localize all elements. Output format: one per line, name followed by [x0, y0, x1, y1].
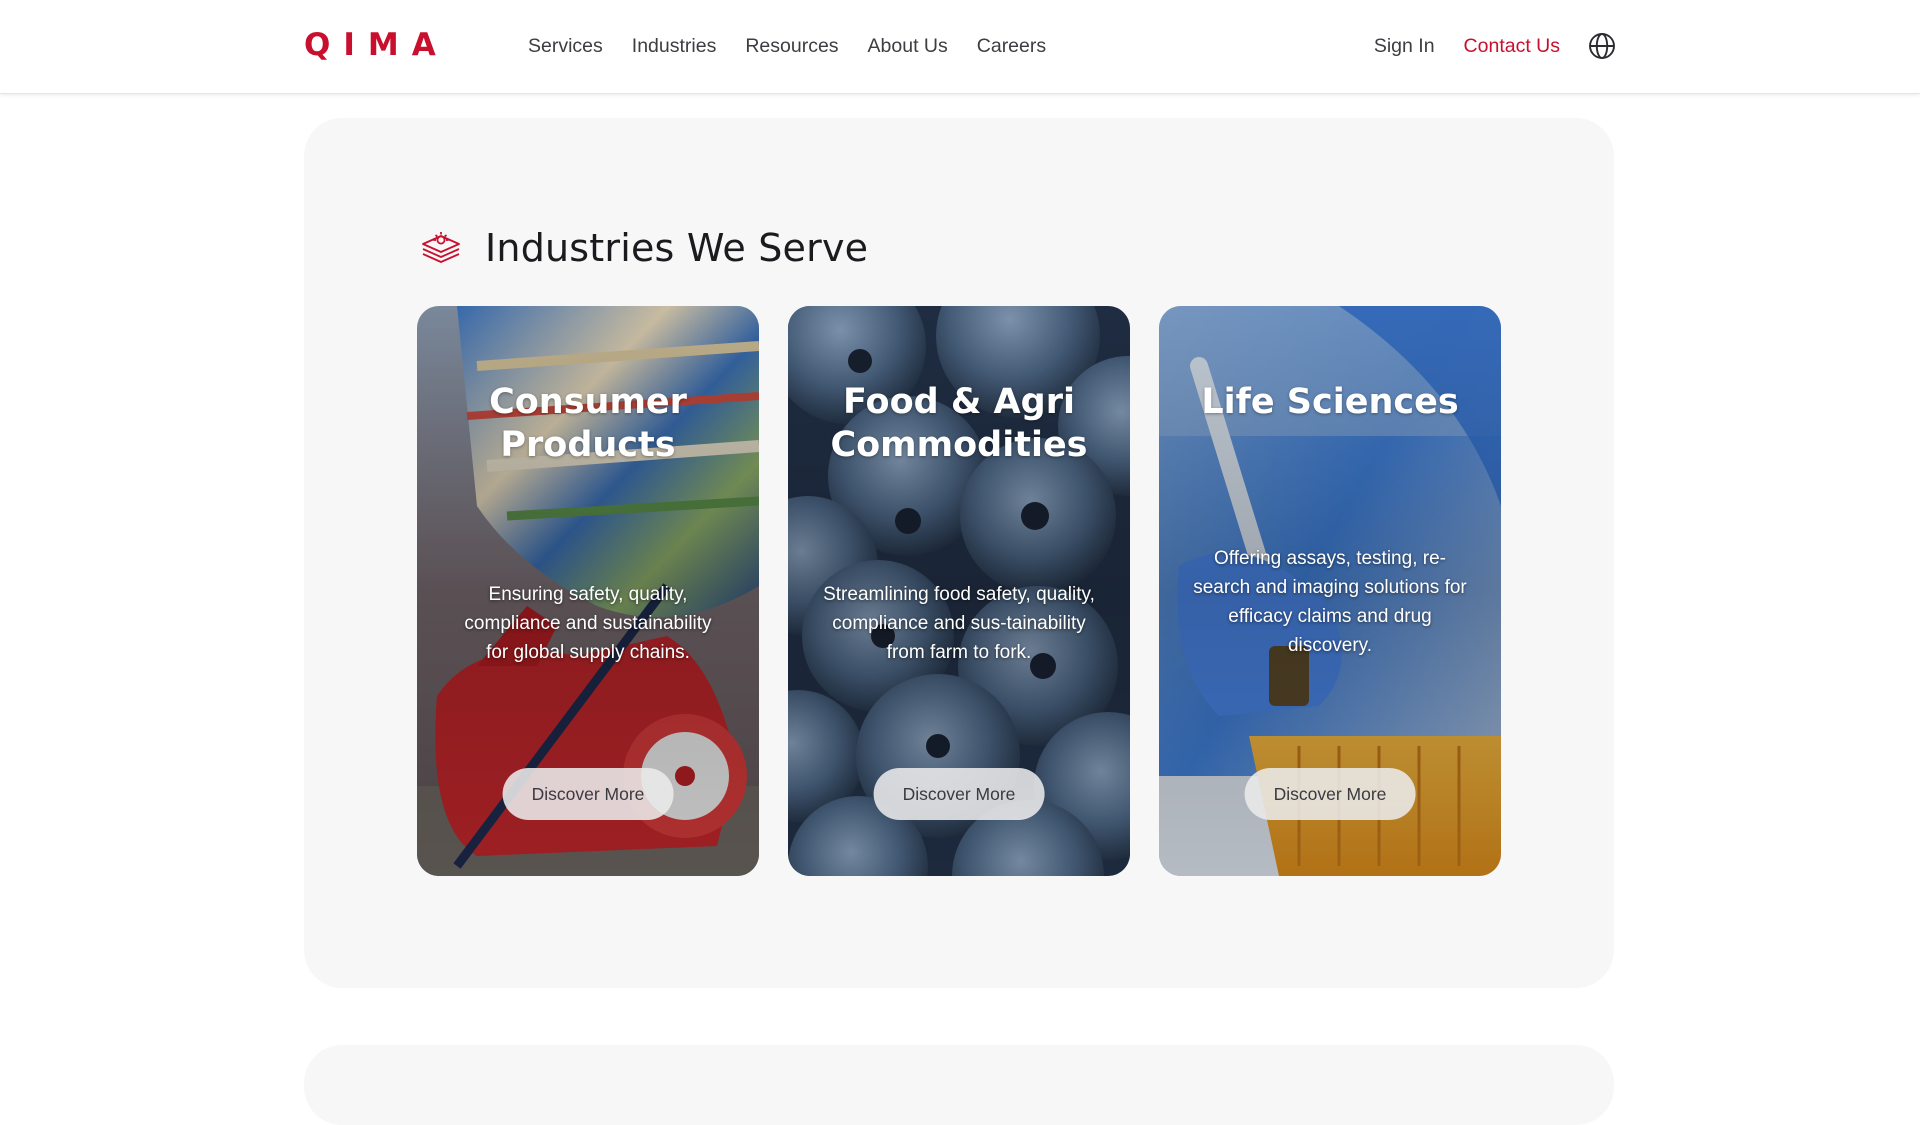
section-heading: Industries We Serve: [419, 226, 868, 270]
next-section: [304, 1045, 1614, 1125]
logo-wordmark: QIMA: [304, 27, 449, 63]
card-description: Offering assays, testing, re-search and …: [1193, 548, 1467, 656]
nav-item-about-us[interactable]: About Us: [868, 32, 948, 60]
card-description: Ensuring safety, quality, compliance and…: [464, 584, 712, 663]
header-actions: Sign In Contact Us: [1374, 32, 1616, 60]
card-title: Consumer Products: [489, 382, 687, 465]
globe-icon[interactable]: [1588, 32, 1616, 60]
qima-logo[interactable]: QIMA: [304, 27, 449, 63]
discover-more-button[interactable]: Discover More: [502, 768, 674, 820]
nav-item-resources[interactable]: Resources: [745, 32, 838, 60]
discover-more-button[interactable]: Discover More: [1244, 768, 1416, 820]
industry-card-consumer-products[interactable]: Consumer Products Ensuring safety, quali…: [417, 306, 759, 876]
industry-cards: Consumer Products Ensuring safety, quali…: [417, 306, 1501, 876]
nav-item-industries[interactable]: Industries: [632, 32, 717, 60]
industry-card-life-sciences[interactable]: Life Sciences Offering assays, testing, …: [1159, 306, 1501, 876]
nav-item-services[interactable]: Services: [528, 32, 603, 60]
card-title: Food & Agri Commodities: [830, 382, 1088, 465]
industries-stack-icon: [422, 232, 460, 263]
main-nav: Services Industries Resources About Us C…: [528, 32, 1075, 60]
card-title: Life Sciences: [1201, 382, 1459, 422]
contact-us-link[interactable]: Contact Us: [1464, 32, 1560, 60]
section-title: Industries We Serve: [485, 226, 869, 270]
card-description: Streamlining food safety, quality, compl…: [823, 584, 1095, 663]
sign-in-link[interactable]: Sign In: [1374, 32, 1435, 60]
site-header: QIMA Services Industries Resources About…: [0, 0, 1920, 94]
discover-more-button[interactable]: Discover More: [873, 768, 1045, 820]
nav-item-careers[interactable]: Careers: [977, 32, 1046, 60]
industry-card-food-agri[interactable]: Food & Agri Commodities Streamlining foo…: [788, 306, 1130, 876]
